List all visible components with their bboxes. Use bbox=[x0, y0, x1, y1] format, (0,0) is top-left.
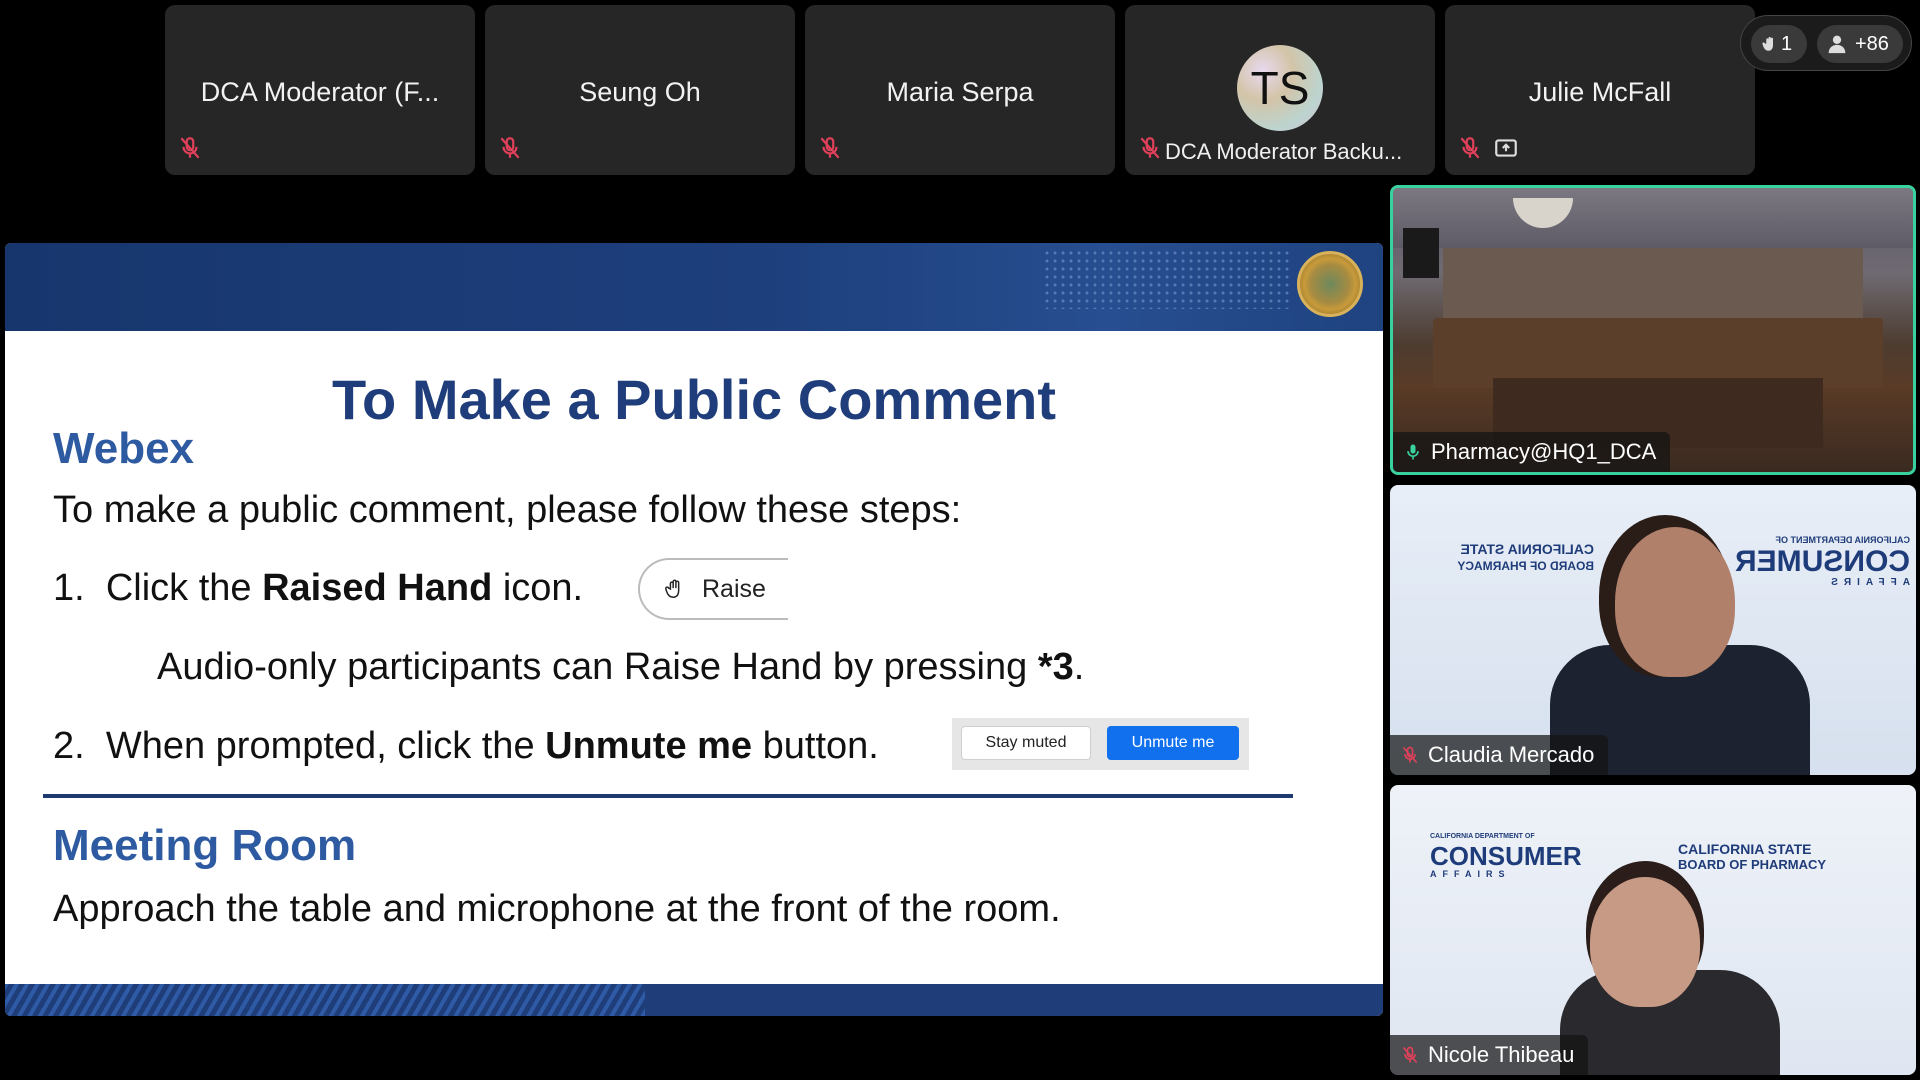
raised-hands-count: 1 bbox=[1781, 33, 1793, 55]
participant-name: DCA Moderator (F... bbox=[200, 77, 440, 107]
mic-muted-icon bbox=[1402, 746, 1418, 764]
footer-stripes bbox=[5, 984, 645, 1016]
mic-muted-icon bbox=[1460, 137, 1480, 159]
mic-muted-icon bbox=[1402, 1046, 1418, 1064]
participants-counter[interactable]: +86 bbox=[1817, 25, 1903, 63]
step-2: 2. When prompted, click the Unmute me bu… bbox=[53, 725, 879, 767]
board-of-pharmacy-logo-mirrored: CALIFORNIA STATE BOARD OF PHARMACY bbox=[1457, 541, 1594, 573]
board-of-pharmacy-logo: CALIFORNIA STATE BOARD OF PHARMACY bbox=[1678, 841, 1827, 872]
avatar: TS bbox=[1237, 45, 1323, 131]
unmute-prompt-example: Stay muted Unmute me bbox=[952, 718, 1249, 770]
person-face bbox=[1615, 527, 1735, 677]
video-name-label: Nicole Thibeau bbox=[1390, 1035, 1589, 1075]
raised-hand-icon bbox=[665, 579, 680, 598]
participant-tile[interactable]: Maria Serpa bbox=[805, 5, 1115, 175]
participant-counters: 1 +86 bbox=[1740, 15, 1912, 71]
webex-heading: Webex bbox=[53, 424, 195, 473]
mic-muted-icon bbox=[820, 137, 840, 159]
raised-hand-icon bbox=[1762, 36, 1773, 51]
video-tile-room[interactable]: Pharmacy@HQ1_DCA bbox=[1390, 185, 1916, 475]
mic-muted-icon bbox=[500, 137, 520, 159]
mic-active-icon bbox=[1407, 444, 1419, 460]
participant-tile[interactable]: DCA Moderator (F... bbox=[165, 5, 475, 175]
video-name-label: Pharmacy@HQ1_DCA bbox=[1393, 432, 1671, 472]
video-name-label: Claudia Mercado bbox=[1390, 735, 1609, 775]
step-1: 1. Click the Raised Hand icon. bbox=[53, 567, 584, 609]
stay-muted-button-example: Stay muted bbox=[961, 726, 1091, 760]
participant-tile[interactable]: Julie McFall bbox=[1445, 5, 1755, 175]
header-dot-pattern bbox=[1043, 249, 1293, 309]
raise-hand-button-example: Raise bbox=[638, 558, 788, 620]
step-number: 1. bbox=[53, 567, 85, 609]
participant-tile[interactable]: Seung Oh bbox=[485, 5, 795, 175]
participants-extra-count: +86 bbox=[1855, 33, 1889, 55]
slide-footer bbox=[5, 984, 1383, 1016]
participant-name: Maria Serpa bbox=[886, 77, 1034, 107]
video-tile-claudia[interactable]: CALIFORNIA DEPARTMENT OF CONSUMER AFFAIR… bbox=[1390, 485, 1916, 775]
person-face bbox=[1590, 877, 1700, 1007]
participant-name: Julie McFall bbox=[1528, 77, 1672, 107]
mic-muted-icon bbox=[180, 137, 200, 159]
person-icon bbox=[1828, 35, 1846, 54]
shared-slide: To Make a Public Comment Webex To make a… bbox=[5, 243, 1383, 1016]
state-seal-logo bbox=[1297, 251, 1363, 317]
mic-muted-icon bbox=[1140, 137, 1160, 159]
participant-name: DCA Moderator Backu... bbox=[1165, 139, 1403, 164]
screen-share-icon bbox=[1495, 139, 1517, 157]
step-number: 2. bbox=[53, 725, 85, 767]
participant-tile[interactable]: TS DCA Moderator Backu... bbox=[1125, 5, 1435, 175]
unmute-me-button-example: Unmute me bbox=[1107, 726, 1239, 760]
audio-only-note: Audio-only participants can Raise Hand b… bbox=[157, 646, 1085, 688]
participant-name: Seung Oh bbox=[579, 77, 701, 107]
slide-header bbox=[5, 243, 1383, 331]
meeting-room-text: Approach the table and microphone at the… bbox=[53, 888, 1061, 930]
section-divider bbox=[43, 794, 1293, 798]
raised-hands-counter[interactable]: 1 bbox=[1751, 25, 1807, 63]
slide-title: To Make a Public Comment bbox=[332, 368, 1056, 431]
meeting-room-heading: Meeting Room bbox=[53, 821, 357, 870]
video-tile-nicole[interactable]: CALIFORNIA DEPARTMENT OF CONSUMER AFFAIR… bbox=[1390, 785, 1916, 1075]
intro-text: To make a public comment, please follow … bbox=[53, 489, 962, 531]
dca-logo: CALIFORNIA DEPARTMENT OF CONSUMER AFFAIR… bbox=[1430, 833, 1582, 879]
